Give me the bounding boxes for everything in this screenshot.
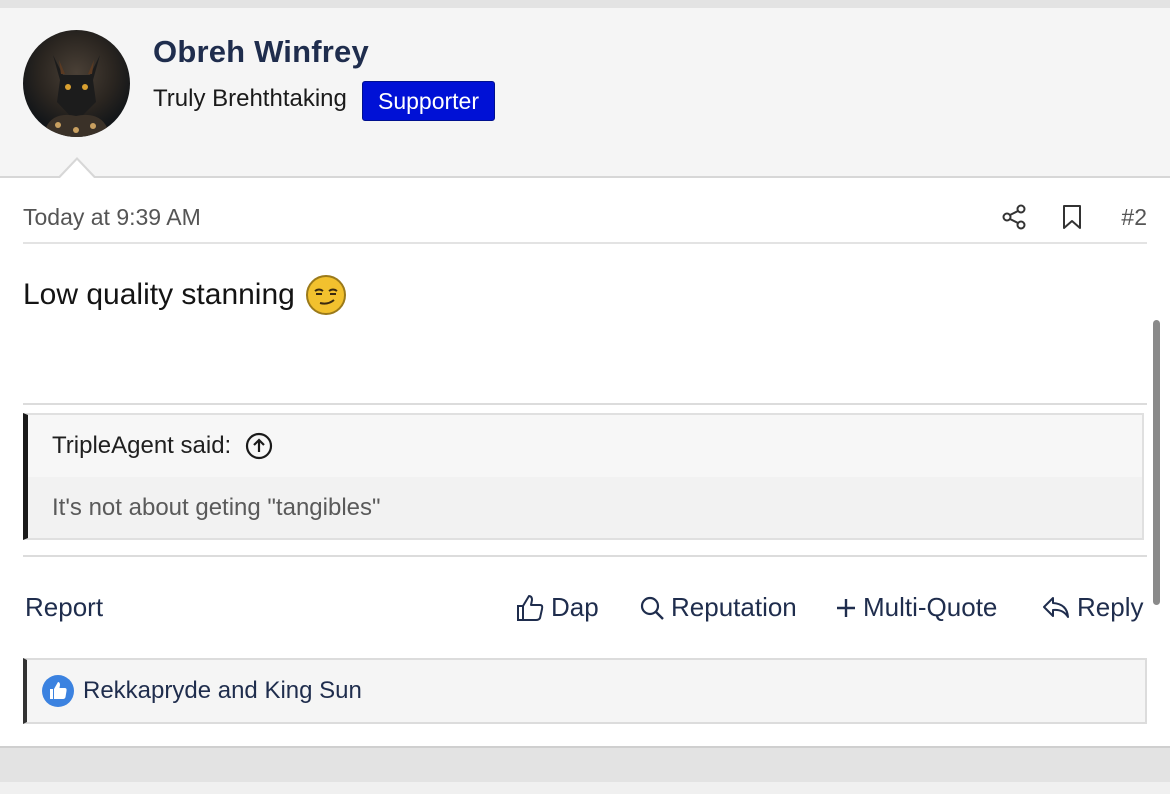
post-number[interactable]: #2: [1121, 204, 1147, 231]
divider: [23, 555, 1147, 557]
quote-body: It's not about geting "tangibles": [28, 477, 1142, 538]
dap-button[interactable]: Dap: [515, 592, 599, 623]
report-label: Report: [25, 592, 104, 622]
dap-label: Dap: [551, 592, 599, 622]
bottom-strip-inner: [0, 782, 1170, 794]
quote-author[interactable]: TripleAgent said:: [52, 432, 231, 460]
search-icon: [640, 596, 664, 620]
reputation-button[interactable]: Reputation: [639, 592, 797, 623]
reply-label: Reply: [1077, 592, 1144, 622]
arrow-up-circle-icon[interactable]: [245, 432, 273, 460]
reply-icon: [1043, 596, 1069, 618]
user-title: Truly Brehthtaking: [153, 85, 347, 112]
bottom-strip: [0, 746, 1170, 794]
post-meta: Today at 9:39 AM #2: [23, 178, 1147, 244]
supporter-badge: Supporter: [362, 81, 496, 121]
plus-icon: [837, 598, 855, 617]
username[interactable]: Obreh Winfrey: [153, 34, 369, 70]
avatar-image: [43, 55, 110, 137]
multi-quote-button[interactable]: Multi-Quote: [835, 592, 997, 623]
reputation-label: Reputation: [671, 592, 797, 622]
user-header: Obreh Winfrey Truly Brehthtaking Support…: [0, 8, 1170, 178]
post-text: Low quality stanning: [23, 278, 295, 311]
reactions-bar[interactable]: Rekkapryde and King Sun: [23, 658, 1147, 724]
scrollbar[interactable]: [1153, 320, 1160, 605]
post: Today at 9:39 AM #2 Low quality stanning…: [0, 178, 1170, 746]
share-icon[interactable]: [1001, 204, 1027, 230]
bookmark-icon[interactable]: [1060, 204, 1084, 230]
post-actions: Report Dap Reputation Multi-Quote Reply: [23, 578, 1147, 638]
avatar[interactable]: [23, 30, 130, 137]
quote-block: TripleAgent said: It's not about geting …: [23, 413, 1144, 540]
header-pointer-fill: [59, 160, 95, 179]
report-button[interactable]: Report: [25, 592, 103, 623]
post-body: Low quality stanning: [23, 274, 347, 316]
smirk-emoji-icon: [305, 275, 346, 315]
quote-header[interactable]: TripleAgent said:: [28, 415, 1142, 477]
divider: [23, 403, 1147, 405]
multi-quote-label: Multi-Quote: [863, 592, 998, 622]
reply-button[interactable]: Reply: [1041, 592, 1143, 623]
post-timestamp[interactable]: Today at 9:39 AM: [23, 204, 201, 231]
top-strip: [0, 0, 1170, 8]
like-icon: [42, 675, 74, 707]
thumbs-up-icon: [517, 594, 544, 621]
reactions-text[interactable]: Rekkapryde and King Sun: [83, 677, 362, 705]
